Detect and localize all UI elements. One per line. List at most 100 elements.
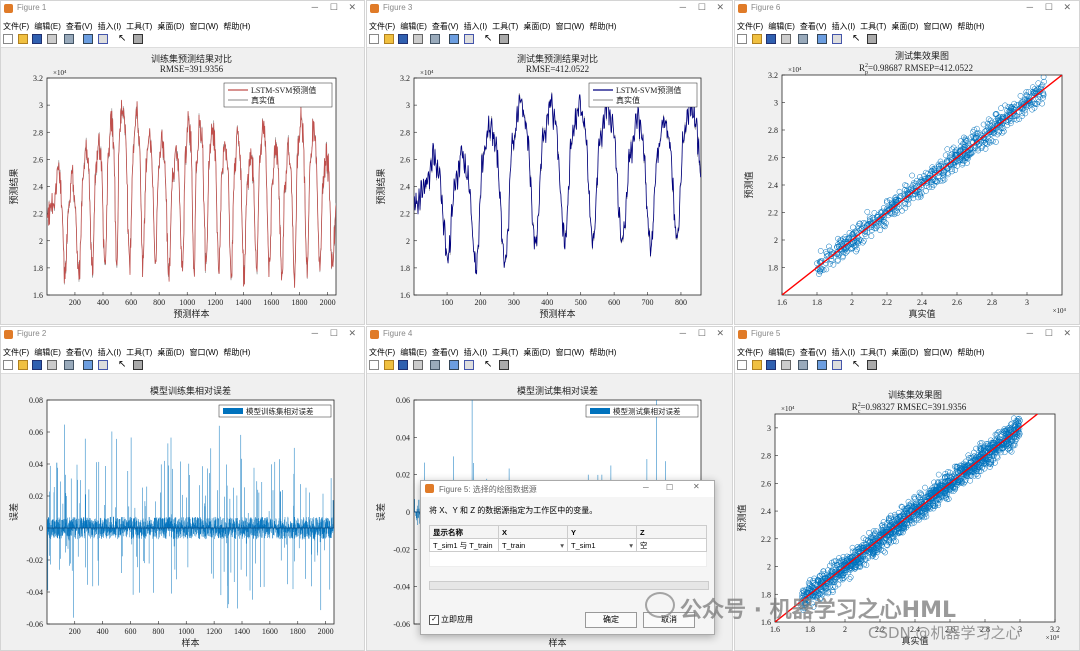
apply-checkbox[interactable]: ✓ [429,615,439,625]
print-preview-icon[interactable] [430,360,440,370]
menu-item[interactable]: 窗口(W) [923,345,952,357]
menu-item[interactable]: 插入(I) [832,345,856,357]
print-preview-icon[interactable] [64,34,74,44]
new-file-icon[interactable] [369,34,379,44]
menu-item[interactable]: 工具(T) [860,19,886,31]
print-icon[interactable] [47,360,57,370]
open-folder-icon[interactable] [18,34,28,44]
maximize-icon[interactable]: ☐ [330,328,338,339]
insert-legend-icon[interactable] [464,34,474,44]
print-preview-icon[interactable] [430,34,440,44]
menu-item[interactable]: 窗口(W) [555,345,584,357]
insert-legend-icon[interactable] [98,34,108,44]
menu-item[interactable]: 窗口(W) [189,345,218,357]
open-folder-icon[interactable] [384,360,394,370]
edit-plot-icon[interactable] [867,360,877,370]
menu-item[interactable]: 帮助(H) [589,345,616,357]
minimize-icon[interactable]: ─ [312,328,318,338]
edit-plot-icon[interactable] [133,34,143,44]
menu-item[interactable]: 查看(V) [800,345,827,357]
menu-item[interactable]: 文件(F) [369,345,395,357]
close-icon[interactable]: ✕ [716,328,724,339]
menu-item[interactable]: 编辑(E) [768,345,795,357]
menu-item[interactable]: 工具(T) [492,345,518,357]
menu-item[interactable]: 插入(I) [98,19,122,31]
minimize-icon[interactable]: ─ [1027,328,1033,338]
open-folder-icon[interactable] [384,34,394,44]
minimize-icon[interactable]: ─ [680,2,686,12]
new-file-icon[interactable] [3,360,13,370]
minimize-icon[interactable]: ─ [680,328,686,338]
minimize-icon[interactable]: ─ [312,2,318,12]
insert-legend-icon[interactable] [98,360,108,370]
chevron-down-icon[interactable]: ▾ [560,541,564,550]
close-icon[interactable]: ✕ [348,2,356,13]
dock-icon[interactable] [449,360,459,370]
display-name-cell[interactable]: T_sim1 与 T_train [429,538,499,552]
save-icon[interactable] [766,360,776,370]
table-row[interactable]: T_sim1 与 T_train T_train ▾ T_sim1 ▾ 空 [429,538,707,552]
maximize-icon[interactable]: ☐ [698,2,706,13]
save-icon[interactable] [398,34,408,44]
menu-item[interactable]: 窗口(W) [555,19,584,31]
menu-item[interactable]: 插入(I) [464,345,488,357]
menu-item[interactable]: 帮助(H) [223,345,250,357]
edit-plot-icon[interactable] [499,360,509,370]
menu-item[interactable]: 桌面(D) [891,345,918,357]
cursor-icon[interactable]: ↖ [852,360,862,370]
insert-legend-icon[interactable] [832,360,842,370]
maximize-icon[interactable]: ☐ [1045,2,1053,13]
dock-icon[interactable] [817,360,827,370]
print-icon[interactable] [413,34,423,44]
minimize-icon[interactable]: ─ [643,483,649,492]
menu-item[interactable]: 帮助(H) [589,19,616,31]
cursor-icon[interactable]: ↖ [118,34,128,44]
menu-item[interactable]: 插入(I) [832,19,856,31]
menu-item[interactable]: 查看(V) [800,19,827,31]
menu-item[interactable]: 文件(F) [3,19,29,31]
menu-item[interactable]: 插入(I) [98,345,122,357]
z-select[interactable]: 空 [636,538,707,552]
cursor-icon[interactable]: ↖ [484,34,494,44]
print-preview-icon[interactable] [64,360,74,370]
menu-item[interactable]: 文件(F) [369,19,395,31]
menu-item[interactable]: 窗口(W) [189,19,218,31]
insert-legend-icon[interactable] [464,360,474,370]
insert-legend-icon[interactable] [832,34,842,44]
print-preview-icon[interactable] [798,34,808,44]
menu-item[interactable]: 桌面(D) [523,19,550,31]
x-select[interactable]: T_train ▾ [498,538,568,552]
edit-plot-icon[interactable] [133,360,143,370]
print-preview-icon[interactable] [798,360,808,370]
dock-icon[interactable] [449,34,459,44]
new-file-icon[interactable] [3,34,13,44]
menu-item[interactable]: 工具(T) [126,345,152,357]
new-file-icon[interactable] [369,360,379,370]
maximize-icon[interactable]: ☐ [330,2,338,13]
close-icon[interactable]: ✕ [1063,328,1071,339]
close-icon[interactable]: ✕ [693,482,700,491]
menu-item[interactable]: 编辑(E) [34,19,61,31]
new-file-icon[interactable] [737,34,747,44]
print-icon[interactable] [47,34,57,44]
open-folder-icon[interactable] [752,34,762,44]
menu-item[interactable]: 编辑(E) [768,19,795,31]
menu-item[interactable]: 查看(V) [432,345,459,357]
maximize-icon[interactable]: ☐ [666,483,673,492]
print-icon[interactable] [413,360,423,370]
new-file-icon[interactable] [737,360,747,370]
save-icon[interactable] [766,34,776,44]
menu-item[interactable]: 桌面(D) [157,19,184,31]
print-icon[interactable] [781,360,791,370]
menu-item[interactable]: 文件(F) [3,345,29,357]
save-icon[interactable] [398,360,408,370]
menu-item[interactable]: 编辑(E) [400,19,427,31]
menu-item[interactable]: 查看(V) [66,345,93,357]
menu-item[interactable]: 编辑(E) [34,345,61,357]
table-scrollbar[interactable] [429,581,709,590]
print-icon[interactable] [781,34,791,44]
menu-item[interactable]: 查看(V) [432,19,459,31]
minimize-icon[interactable]: ─ [1027,2,1033,12]
menu-item[interactable]: 桌面(D) [523,345,550,357]
chevron-down-icon[interactable]: ▾ [629,541,633,550]
